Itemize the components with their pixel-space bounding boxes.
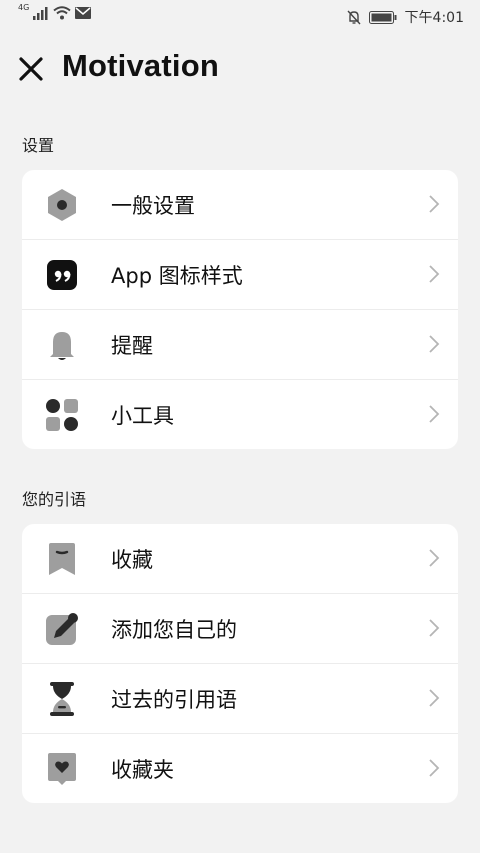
- quotes-item-past-quotes[interactable]: 过去的引用语: [22, 663, 458, 733]
- mute-bell-icon: [347, 10, 361, 24]
- section-label-settings: 设置: [22, 136, 55, 155]
- settings-item-reminders[interactable]: 提醒: [22, 309, 458, 379]
- signal-icon: [33, 6, 48, 20]
- section-label-your-quotes: 您的引语: [22, 490, 87, 509]
- heart-folder-icon: [44, 751, 80, 787]
- chevron-right-icon: [429, 549, 440, 567]
- quote-app-icon: [44, 257, 80, 293]
- clock: 下午4:01: [404, 10, 464, 26]
- item-label: 小工具: [111, 404, 174, 428]
- settings-card: 一般设置 App 图标样式 提醒 小工具: [22, 170, 458, 449]
- page-title: Motivation: [62, 48, 219, 83]
- wifi-icon: [53, 6, 71, 20]
- settings-item-widgets[interactable]: 小工具: [22, 379, 458, 449]
- quotes-item-saved[interactable]: 收藏: [22, 524, 458, 593]
- chevron-right-icon: [429, 265, 440, 283]
- settings-item-general[interactable]: 一般设置: [22, 170, 458, 239]
- close-icon: [19, 57, 43, 81]
- chevron-right-icon: [429, 619, 440, 637]
- status-right: 下午4:01: [347, 7, 464, 27]
- item-label: App 图标样式: [111, 264, 243, 288]
- settings-item-app-icon[interactable]: App 图标样式: [22, 239, 458, 309]
- chevron-right-icon: [429, 335, 440, 353]
- mail-icon: [75, 7, 92, 19]
- item-label: 收藏: [111, 548, 153, 572]
- header: Motivation: [0, 46, 480, 96]
- battery-icon: [368, 10, 397, 24]
- chevron-right-icon: [429, 759, 440, 777]
- widgets-grid-icon: [44, 397, 80, 433]
- quotes-item-favorites-folder[interactable]: 收藏夹: [22, 733, 458, 803]
- hourglass-icon: [44, 681, 80, 717]
- item-label: 过去的引用语: [111, 688, 237, 712]
- hexagon-settings-icon: [44, 187, 80, 223]
- bell-icon: [44, 327, 80, 363]
- bookmark-icon: [44, 541, 80, 577]
- chevron-right-icon: [429, 195, 440, 213]
- quotes-item-add-your-own[interactable]: 添加您自己的: [22, 593, 458, 663]
- network-type: 4G: [18, 2, 30, 12]
- status-left: 4G: [18, 2, 92, 20]
- chevron-right-icon: [429, 405, 440, 423]
- close-button[interactable]: [14, 52, 48, 86]
- item-label: 添加您自己的: [111, 618, 237, 642]
- item-label: 收藏夹: [111, 758, 174, 782]
- chevron-right-icon: [429, 689, 440, 707]
- edit-pencil-icon: [44, 611, 80, 647]
- item-label: 提醒: [111, 334, 153, 358]
- item-label: 一般设置: [111, 194, 195, 218]
- status-bar: 4G 下午4:01: [0, 0, 480, 34]
- quotes-card: 收藏 添加您自己的 过去的引用语 收藏夹: [22, 524, 458, 803]
